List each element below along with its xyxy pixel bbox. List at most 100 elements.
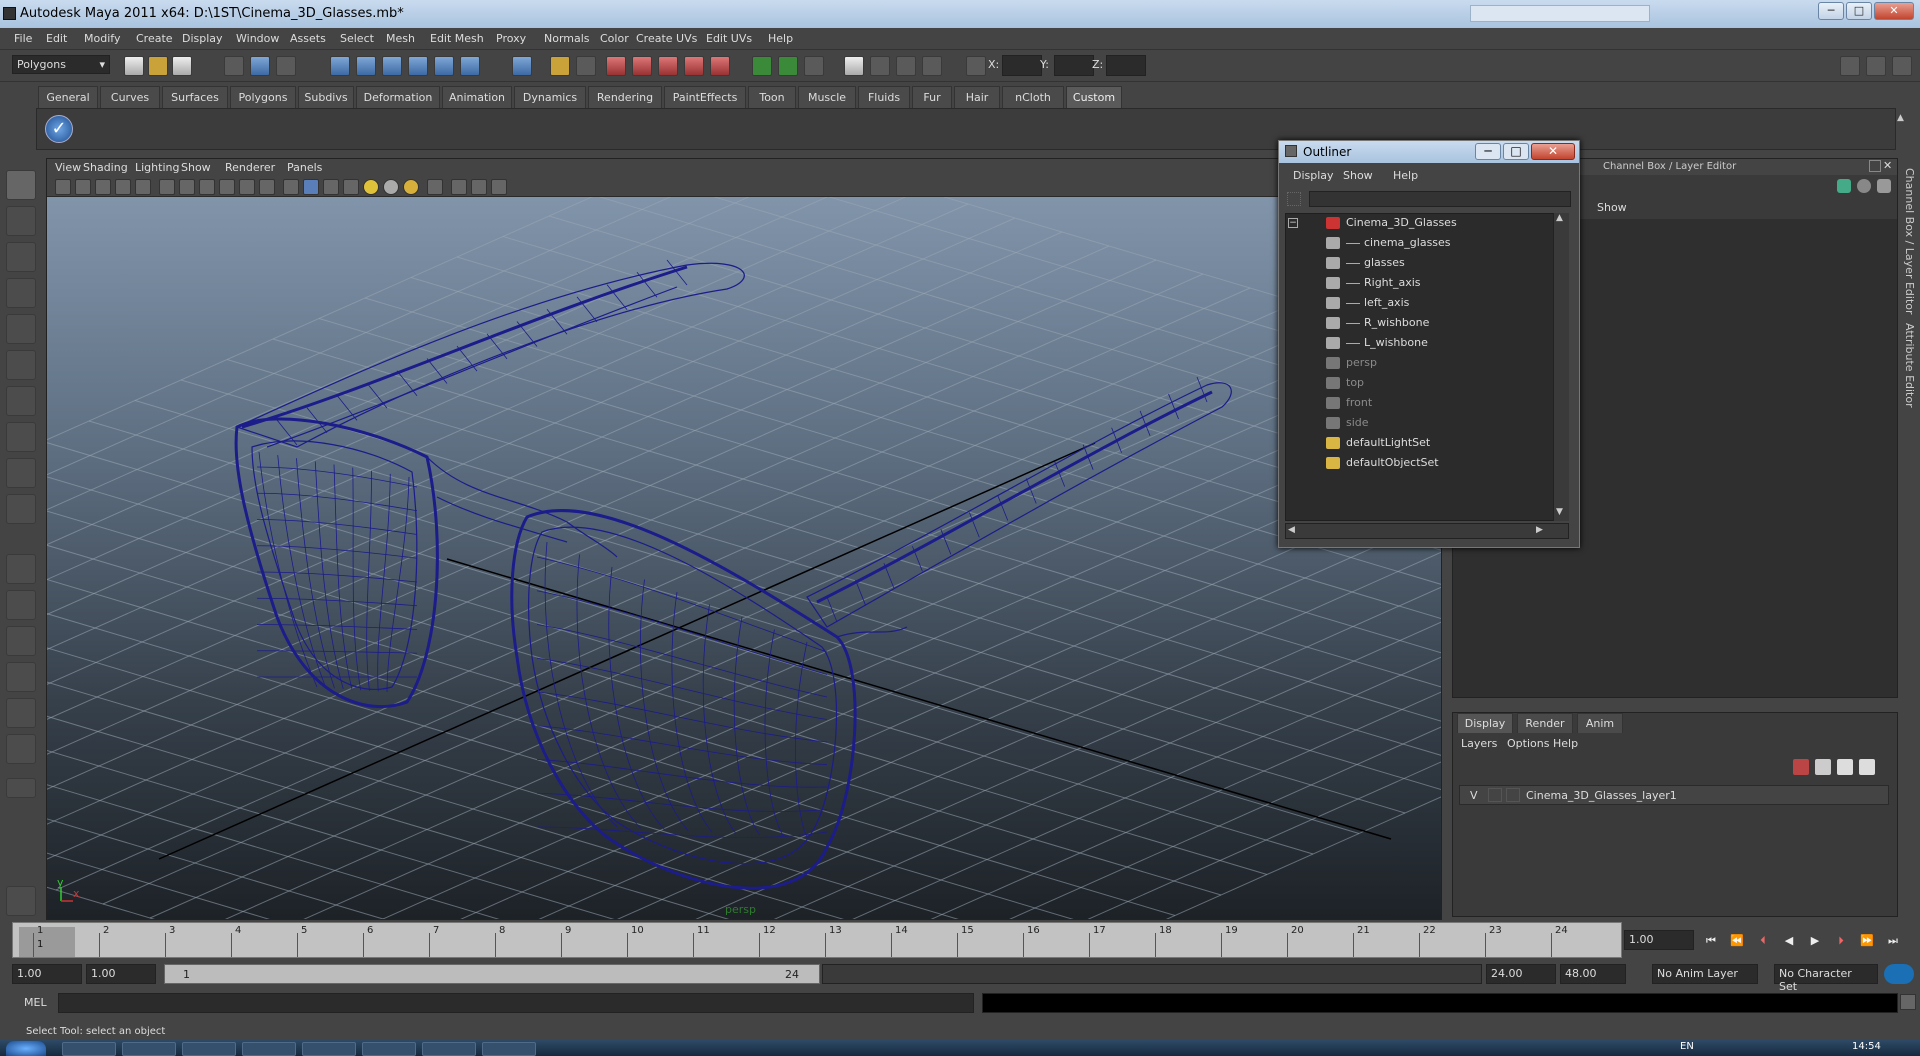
image-plane-icon[interactable] xyxy=(115,179,131,195)
attribute-editor-icon[interactable] xyxy=(844,56,864,76)
filter-icon[interactable] xyxy=(1287,192,1301,206)
camera-select-icon[interactable] xyxy=(55,179,71,195)
go-to-start-icon[interactable]: ⏮ xyxy=(1702,934,1720,948)
character-set-dropdown[interactable]: No Character Set xyxy=(1774,964,1878,993)
menu-create-uvs[interactable]: Create UVs xyxy=(636,32,697,45)
anim-layer-dropdown[interactable]: No Anim Layer xyxy=(1652,964,1758,984)
help-search-input[interactable] xyxy=(1470,5,1650,22)
channel-box-icon[interactable] xyxy=(896,56,916,76)
select-tool-icon[interactable] xyxy=(6,170,36,200)
layer-menu-layers[interactable]: Layers xyxy=(1461,737,1497,750)
save-scene-icon[interactable] xyxy=(172,56,192,76)
layer-type-toggle[interactable] xyxy=(1488,788,1502,802)
range-bar[interactable]: 1 24 xyxy=(164,964,820,984)
bookmark-icon[interactable] xyxy=(95,179,111,195)
film-gate-icon[interactable] xyxy=(179,179,195,195)
history-icon[interactable] xyxy=(460,56,480,76)
menu-help[interactable]: Help xyxy=(768,32,793,45)
scroll-right-icon[interactable]: ▶ xyxy=(1536,525,1543,535)
outliner-item[interactable]: L_wishbone xyxy=(1326,336,1428,354)
menu-color[interactable]: Color xyxy=(600,32,629,45)
show-attribute-editor-icon[interactable] xyxy=(1866,56,1886,76)
maya-taskbar-icon[interactable] xyxy=(122,1042,176,1056)
shelf-tab-surfaces[interactable]: Surfaces xyxy=(162,86,228,108)
explorer-taskbar-icon[interactable] xyxy=(362,1042,416,1056)
outliner-item[interactable]: left_axis xyxy=(1326,296,1409,314)
last-tool-icon[interactable] xyxy=(6,494,36,524)
outliner-item[interactable]: R_wishbone xyxy=(1326,316,1429,334)
command-input[interactable] xyxy=(58,993,974,1013)
layer-tab-anim[interactable]: Anim xyxy=(1577,713,1623,733)
wireframe-on-shaded-icon[interactable] xyxy=(323,179,339,195)
open-scene-icon[interactable] xyxy=(148,56,168,76)
camera-attributes-icon[interactable] xyxy=(75,179,91,195)
xray-joints-icon[interactable] xyxy=(471,179,487,195)
smooth-shade-icon[interactable] xyxy=(303,179,319,195)
x-input[interactable] xyxy=(1002,55,1042,76)
tool-taskbar-icon[interactable] xyxy=(482,1042,536,1056)
channel-box-side-tab[interactable]: Channel Box / Layer Editor xyxy=(1903,168,1916,315)
selection-mask-icon[interactable] xyxy=(576,56,596,76)
play-forward-icon[interactable]: ▶ xyxy=(1806,934,1824,948)
shelf-tab-painteffects[interactable]: PaintEffects xyxy=(664,86,746,108)
new-layer-selected-icon[interactable] xyxy=(1815,759,1831,775)
outliner-item[interactable]: defaultLightSet xyxy=(1326,436,1430,454)
start-button[interactable] xyxy=(6,1041,46,1056)
photoshop-taskbar-icon[interactable] xyxy=(242,1042,296,1056)
viewport-menu-view[interactable]: View xyxy=(55,161,81,174)
tool-settings-icon[interactable] xyxy=(870,56,890,76)
collapse-icon[interactable]: − xyxy=(1288,218,1298,228)
soft-mod-tool-icon[interactable] xyxy=(6,422,36,452)
menu-file[interactable]: File xyxy=(14,32,32,45)
menu-display[interactable]: Display xyxy=(182,32,223,45)
input-line-icon[interactable] xyxy=(752,56,772,76)
shelf-tab-animation[interactable]: Animation xyxy=(442,86,512,108)
menu-normals[interactable]: Normals xyxy=(544,32,590,45)
outliner-maximize-button[interactable]: □ xyxy=(1503,143,1529,160)
two-d-pan-icon[interactable] xyxy=(135,179,151,195)
menu-assets[interactable]: Assets xyxy=(290,32,326,45)
layer-tab-render[interactable]: Render xyxy=(1517,713,1573,733)
layer-tab-display[interactable]: Display xyxy=(1457,713,1513,733)
checkmark-icon[interactable]: ✓ xyxy=(45,115,73,143)
language-indicator[interactable]: EN xyxy=(1680,1041,1694,1052)
menu-proxy[interactable]: Proxy xyxy=(496,32,526,45)
viewport-menu-show[interactable]: Show xyxy=(181,161,211,174)
viewport-menu-shading[interactable]: Shading xyxy=(83,161,128,174)
outliner-horizontal-scrollbar[interactable]: ◀ ▶ xyxy=(1285,523,1569,539)
menu-set-dropdown[interactable]: Polygons ▾ xyxy=(12,55,110,74)
xray-components-icon[interactable] xyxy=(491,179,507,195)
high-quality-icon[interactable] xyxy=(403,179,419,195)
shelf-tab-fluids[interactable]: Fluids xyxy=(858,86,910,108)
paint-effects-icon[interactable] xyxy=(6,886,36,916)
outliner-menu-display[interactable]: Display xyxy=(1293,169,1334,182)
float-panel-icon[interactable] xyxy=(1869,160,1881,172)
menu-modify[interactable]: Modify xyxy=(84,32,120,45)
safe-action-icon[interactable] xyxy=(259,179,275,195)
step-forward-key-icon[interactable]: ⏵ xyxy=(1832,934,1850,948)
component-editor-icon[interactable] xyxy=(804,56,824,76)
shelf-tab-subdivs[interactable]: Subdivs xyxy=(298,86,354,108)
outliner-menu-help[interactable]: Help xyxy=(1393,169,1418,182)
outliner-item[interactable]: defaultObjectSet xyxy=(1326,456,1439,474)
display-icon[interactable] xyxy=(1857,179,1871,193)
four-pane-layout-icon[interactable] xyxy=(6,590,36,620)
hypershade-icon[interactable] xyxy=(684,56,704,76)
select-hierarchy-icon[interactable] xyxy=(224,56,244,76)
app-taskbar-icon[interactable] xyxy=(302,1042,356,1056)
outliner-minimize-button[interactable]: ─ xyxy=(1475,143,1501,160)
select-component-icon[interactable] xyxy=(276,56,296,76)
shelf-scroll-up-icon[interactable]: ▲ xyxy=(1897,113,1909,125)
outliner-filter-input[interactable] xyxy=(1309,191,1571,207)
transform-input-icon[interactable] xyxy=(966,56,986,76)
new-layer-icon[interactable] xyxy=(1793,759,1809,775)
render-icon[interactable] xyxy=(606,56,626,76)
shelf-tab-polygons[interactable]: Polygons xyxy=(230,86,296,108)
isolate-select-icon[interactable] xyxy=(427,179,443,195)
command-language-label[interactable]: MEL xyxy=(24,996,47,1009)
maximize-button[interactable]: □ xyxy=(1846,2,1872,20)
textured-icon[interactable] xyxy=(343,179,359,195)
ipr-render-icon[interactable] xyxy=(632,56,652,76)
new-scene-icon[interactable] xyxy=(124,56,144,76)
viewport-menu-lighting[interactable]: Lighting xyxy=(135,161,179,174)
